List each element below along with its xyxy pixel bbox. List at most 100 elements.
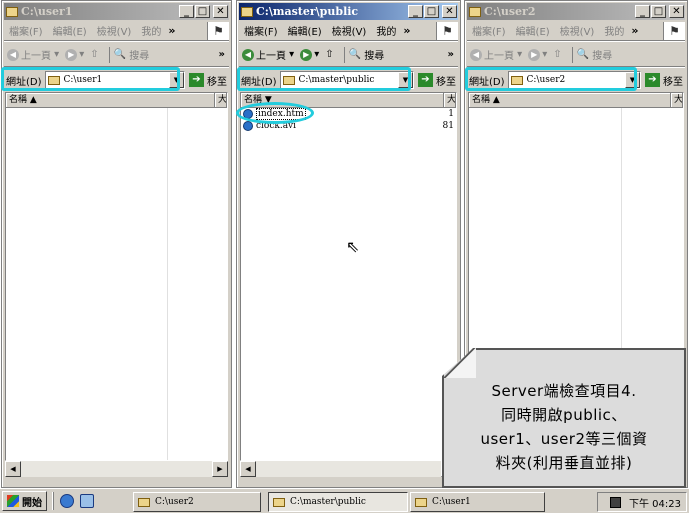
callout-note: Server端檢查項目4. 同時開啟public、 user1、user2等三個… [442, 348, 686, 488]
address-highlight-user1 [1, 67, 180, 91]
file-list[interactable]: 名稱 ▼ 大 index.htm 1 clock.avi 81 [240, 92, 457, 461]
taskbar-button-public[interactable]: C:\master\public [268, 492, 408, 512]
up-folder-button[interactable]: ⇧ [553, 49, 561, 60]
scroll-left-icon[interactable]: ◀ [240, 461, 256, 477]
minimize-button[interactable]: _ [179, 5, 194, 18]
folder-icon [415, 497, 427, 507]
menu-file[interactable]: 檔案(F) [467, 23, 511, 38]
go-label: 移至 [663, 76, 683, 88]
menu-edit[interactable]: 編輯(E) [511, 23, 555, 38]
back-label: 上一頁 [21, 51, 51, 62]
close-button[interactable]: ✕ [213, 5, 228, 18]
column-size[interactable]: 大 [444, 93, 456, 107]
menu-favorites[interactable]: 我的 [371, 23, 401, 38]
menu-view[interactable]: 檢視(V) [327, 23, 372, 38]
menu-edit[interactable]: 編輯(E) [48, 23, 92, 38]
chevron-more-icon[interactable]: » [168, 24, 175, 37]
maximize-button[interactable]: □ [424, 5, 439, 18]
menu-bar: 檔案(F) 編輯(E) 檢視(V) 我的 » ⚑ [4, 21, 229, 41]
menu-file[interactable]: 檔案(F) [4, 23, 48, 38]
horizontal-scrollbar[interactable]: ◀ ▶ [5, 461, 228, 477]
search-label: 搜尋 [592, 51, 613, 62]
show-desktop-icon[interactable] [80, 494, 94, 508]
title-bar[interactable]: C:\user2 _ □ ✕ [467, 3, 685, 20]
forward-button[interactable]: ▶ ▾ [300, 48, 319, 61]
menu-bar: 檔案(F) 編輯(E) 檢視(V) 我的 » ⚑ [239, 21, 458, 41]
folder-icon [138, 497, 150, 507]
go-arrow-icon: ➔ [189, 73, 204, 87]
go-button[interactable]: ➔ 移至 [645, 73, 683, 88]
start-button[interactable]: 開始 [2, 491, 47, 511]
internet-explorer-icon[interactable] [60, 494, 74, 508]
go-label: 移至 [207, 76, 227, 88]
callout-line-3: user1、user2等三個資 [480, 430, 648, 448]
windows-logo-icon: ⚑ [436, 21, 458, 40]
close-button[interactable]: ✕ [669, 5, 684, 18]
taskbar-button-user2[interactable]: C:\user2 [133, 492, 261, 512]
scroll-left-icon[interactable]: ◀ [5, 461, 21, 477]
maximize-button[interactable]: □ [195, 5, 210, 18]
scroll-right-icon[interactable]: ▶ [212, 461, 228, 477]
forward-button[interactable]: ▶ ▾ [528, 48, 547, 61]
go-button[interactable]: ➔ 移至 [189, 73, 227, 88]
search-button[interactable]: 🔍 搜尋 [577, 47, 613, 62]
up-folder-button[interactable]: ⇧ [90, 49, 98, 60]
column-name-label: 名稱 [472, 95, 491, 105]
forward-button[interactable]: ▶ ▾ [65, 48, 84, 61]
search-button[interactable]: 🔍 搜尋 [114, 47, 150, 62]
menu-bar: 檔案(F) 編輯(E) 檢視(V) 我的 » ⚑ [467, 21, 685, 41]
toolbar-divider [571, 46, 573, 63]
taskbar-button-user1[interactable]: C:\user1 [410, 492, 545, 512]
chevron-more-icon[interactable]: » [631, 24, 638, 37]
menu-file[interactable]: 檔案(F) [239, 23, 283, 38]
horizontal-scrollbar[interactable]: ◀ ▶ [240, 461, 457, 477]
callout-line-2: 同時開啟public、 [501, 406, 627, 424]
back-button[interactable]: ◀ 上一頁 ▾ [470, 47, 522, 62]
title-bar[interactable]: C:\user1 _ □ ✕ [4, 3, 229, 20]
menu-favorites[interactable]: 我的 [599, 23, 629, 38]
column-name[interactable]: 名稱 ▲ [6, 93, 215, 107]
folder-icon [273, 497, 285, 507]
file-list[interactable]: 名稱 ▲ 大 [5, 92, 228, 461]
column-size[interactable]: 大 [671, 93, 683, 107]
start-label: 開始 [22, 497, 42, 509]
callout-line-1: Server端檢查項目4. [491, 382, 637, 400]
search-button[interactable]: 🔍 搜尋 [349, 47, 385, 62]
folder-icon [6, 6, 18, 17]
up-folder-button[interactable]: ⇧ [325, 49, 333, 60]
system-tray: 下午 04:23 [597, 492, 687, 512]
menu-view[interactable]: 檢視(V) [92, 23, 137, 38]
toolbar: ◀ 上一頁 ▾ ▶ ▾ ⇧ 🔍 搜尋 » [239, 43, 458, 67]
back-button[interactable]: ◀ 上一頁 ▾ [242, 47, 294, 62]
maximize-button[interactable]: □ [651, 5, 666, 18]
tray-app-icon[interactable] [610, 496, 621, 508]
video-file-icon [243, 121, 253, 131]
back-button[interactable]: ◀ 上一頁 ▾ [7, 47, 59, 62]
column-size[interactable]: 大 [215, 93, 227, 107]
go-label: 移至 [436, 76, 456, 88]
back-arrow-icon: ◀ [470, 48, 482, 61]
close-button[interactable]: ✕ [442, 5, 457, 18]
folder-icon [241, 6, 253, 17]
back-arrow-icon: ◀ [242, 48, 254, 61]
toolbar-divider [108, 46, 110, 63]
minimize-button[interactable]: _ [408, 5, 423, 18]
title-bar[interactable]: C:\master\public _ □ ✕ [239, 3, 458, 20]
forward-arrow-icon: ▶ [65, 48, 78, 61]
window-title: C:\user2 [484, 5, 536, 18]
chevron-more-icon[interactable]: » [403, 24, 410, 37]
menu-view[interactable]: 檢視(V) [555, 23, 600, 38]
minimize-button[interactable]: _ [635, 5, 650, 18]
column-name[interactable]: 名稱 ▲ [469, 93, 671, 107]
task-label: C:\user2 [155, 497, 194, 507]
clock[interactable]: 下午 04:23 [629, 495, 681, 510]
windows-logo-icon: ⚑ [207, 21, 229, 40]
chevron-more-icon[interactable]: » [448, 49, 454, 60]
chevron-more-icon[interactable]: » [219, 49, 225, 60]
menu-favorites[interactable]: 我的 [136, 23, 166, 38]
toolbar-divider [343, 46, 345, 63]
go-button[interactable]: ➔ 移至 [418, 73, 456, 88]
toolbar: ◀ 上一頁 ▾ ▶ ▾ ⇧ 🔍 搜尋 [467, 43, 685, 67]
menu-edit[interactable]: 編輯(E) [283, 23, 327, 38]
callout-fold-corner [442, 348, 476, 378]
